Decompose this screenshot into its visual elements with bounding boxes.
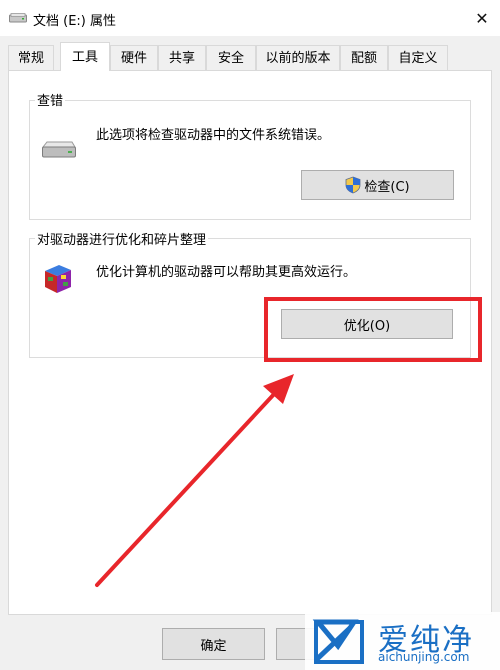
tab-quota[interactable]: 配额 bbox=[340, 45, 388, 70]
ok-button[interactable]: 确定 bbox=[162, 628, 265, 660]
tab-security[interactable]: 安全 bbox=[206, 45, 256, 70]
window-title: 文档 (E:) 属性 bbox=[33, 14, 117, 29]
error-check-title: 查错 bbox=[35, 90, 66, 109]
highlight-box bbox=[264, 297, 482, 362]
tab-previous-versions[interactable]: 以前的版本 bbox=[256, 45, 340, 70]
drive-icon bbox=[9, 13, 27, 23]
tab-strip: 常规 工具 硬件 共享 安全 以前的版本 配额 自定义 bbox=[8, 42, 494, 71]
drive-icon bbox=[41, 141, 76, 158]
defrag-icon bbox=[45, 265, 71, 293]
check-button-label: 检查(C) bbox=[364, 179, 410, 195]
title-bar: 文档 (E:) 属性 ✕ bbox=[0, 0, 500, 36]
tab-tools[interactable]: 工具 bbox=[60, 42, 110, 71]
check-button[interactable]: 检查(C) bbox=[301, 170, 454, 200]
close-button[interactable]: ✕ bbox=[464, 0, 500, 36]
tab-hardware[interactable]: 硬件 bbox=[110, 45, 158, 70]
tab-general[interactable]: 常规 bbox=[8, 45, 54, 70]
close-icon: ✕ bbox=[475, 8, 489, 28]
watermark-url: aichunjing.com bbox=[378, 650, 470, 664]
shield-icon bbox=[345, 176, 361, 194]
optimize-title: 对驱动器进行优化和碎片整理 bbox=[35, 229, 209, 248]
ok-button-label: 确定 bbox=[200, 638, 227, 654]
error-check-description: 此选项将检查驱动器中的文件系统错误。 bbox=[96, 128, 331, 143]
error-check-group bbox=[29, 100, 471, 220]
tab-sharing[interactable]: 共享 bbox=[158, 45, 206, 70]
tab-customize[interactable]: 自定义 bbox=[388, 45, 448, 70]
optimize-description: 优化计算机的驱动器可以帮助其更高效运行。 bbox=[96, 265, 357, 280]
watermark-logo-icon bbox=[312, 619, 364, 664]
